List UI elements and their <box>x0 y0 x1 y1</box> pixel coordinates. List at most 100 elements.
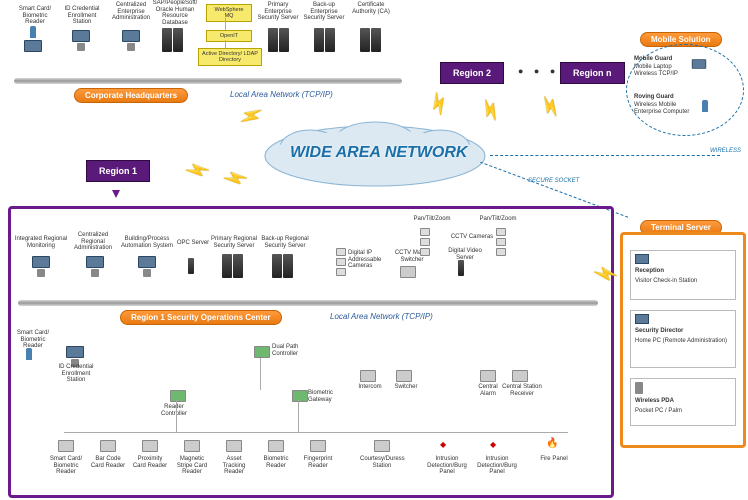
r1-ptz2-cams <box>496 228 506 256</box>
r1-b3-dev <box>142 440 158 452</box>
r1-lan-bus <box>18 300 598 306</box>
r1-lan-text: Local Area Network (TCP/IP) <box>330 312 433 321</box>
r1-bg-lbl: Biometric Gateway <box>308 390 342 403</box>
r1-b4-dev <box>184 440 200 452</box>
terminal-item-1: Reception Visitor Check-in Station <box>630 250 736 300</box>
r1-b1-dev <box>58 440 74 452</box>
r1-rc-lbl: Reader Controller <box>156 404 192 417</box>
r1-t4-lbl: OPC Server <box>176 240 210 247</box>
terminal-i3: Wireless PDA <box>635 398 674 404</box>
r1-b6-dev <box>268 440 284 452</box>
hq-ca-srv <box>360 28 381 52</box>
r1-dvs-lbl: Digital Video Server <box>446 248 484 261</box>
hq-primary-srv <box>268 28 289 52</box>
r1-dual-lbl: Dual Path Controller <box>272 344 306 357</box>
secure-lbl: SECURE SOCKET <box>528 178 579 184</box>
r1-b9-lbl: Intrusion Detection/Burg Panel <box>426 456 468 476</box>
hq-lbl-sap: SAP/PeopleSoft/ Oracle Human Resource Da… <box>150 0 200 26</box>
hq-wsmq: WebSphere MQ <box>206 4 252 22</box>
hq-backup-srv <box>314 28 335 52</box>
r1-csr-dev <box>512 370 528 382</box>
r1-ca-lbl: Central Alarm <box>474 384 502 397</box>
bolt-icon: ⚡ <box>537 92 566 122</box>
r1-b3-lbl: Proximity Card Reader <box>132 456 168 469</box>
mobile-g2s: Wireless Mobile Enterprise Computer <box>634 102 690 115</box>
r1-t6-lbl: Back-up Regional Security Server <box>260 236 310 249</box>
region-dots: ● ● ● <box>518 66 559 76</box>
hq-lbl-n2: ID Credential Enrollment Station <box>58 6 106 26</box>
terminal-i1s: Visitor Check-in Station <box>635 278 697 284</box>
hq-lbl-n3: Centralized Enterprise Administration <box>108 2 154 22</box>
terminal-item-3: Wireless PDA Pocket PC / Palm <box>630 378 736 426</box>
mobile-g2: Roving Guard <box>634 94 674 100</box>
r1-title-pill: Region 1 Security Operations Center <box>120 310 282 325</box>
mobile-laptop-icon <box>692 59 706 69</box>
r1-b5-lbl: Asset Tracking Reader <box>216 456 252 476</box>
r1-t6-srv <box>272 254 293 278</box>
r1-dual-dev <box>254 346 270 358</box>
regionn-box: Region n <box>560 62 625 84</box>
r1-switch-lbl: Switcher <box>392 384 420 391</box>
r1-b11-lbl: Fire Panel <box>536 456 572 463</box>
region1-arrow-icon <box>112 190 120 198</box>
r1-interc-lbl: Intercom <box>356 384 384 391</box>
fire-icon: 🔥 <box>546 438 558 449</box>
r1-dvs-srv <box>458 260 464 276</box>
wireless-line <box>490 155 720 156</box>
r1-switch-dev <box>396 370 412 382</box>
hq-lan-text: Local Area Network (TCP/IP) <box>230 90 333 99</box>
hq-lbl-n7: Certificate Authority (CA) <box>350 2 392 15</box>
r1-l1-lbl: Smart Card/ Biometric Reader <box>14 330 52 350</box>
r1-b2-lbl: Bar Code Card Reader <box>90 456 126 469</box>
r1-b5-dev <box>226 440 242 452</box>
terminal-item-2: Security Director Home PC (Remote Admini… <box>630 310 736 368</box>
terminal-i1: Reception <box>635 268 664 274</box>
hq-lbl-n5: Primary Enterprise Security Server <box>256 2 300 22</box>
r1-b10-lbl: Intrusion Detection/Burg Panel <box>476 456 518 476</box>
r1-rc-dev <box>170 390 186 402</box>
wireless-lbl: WIRELESS <box>710 148 741 154</box>
r1-b2-dev <box>100 440 116 452</box>
hq-node-id <box>72 30 90 51</box>
r1-t2-lbl: Centralized Regional Administration <box>70 232 116 252</box>
r1-t3-lbl: Building/Process Automation System <box>120 236 174 249</box>
hq-sap-servers <box>162 28 183 52</box>
bolt-icon: ⚡ <box>183 156 212 186</box>
mobile-g1s: Mobile Laptop Wireless TCP/IP <box>634 64 682 77</box>
r1-t1-pc <box>32 256 50 277</box>
r1-ptz1-lbl: Pan/Tilt/Zoom <box>412 216 452 223</box>
r1-b4-lbl: Magnetic Stripe Card Reader <box>174 456 210 476</box>
r1-b8-lbl: Courtesy/Duress Station <box>360 456 404 469</box>
r1-t1-lbl: Integrated Regional Monitoring <box>14 236 68 249</box>
r1-b8-dev <box>374 440 390 452</box>
r1-cctvcam-lbl: CCTV Cameras <box>450 234 494 241</box>
hq-lbl-n1: Smart Card/ Biometric Reader <box>14 6 56 26</box>
region1-box: Region 1 <box>86 160 150 182</box>
r1-b9-icon: ◆ <box>440 440 446 449</box>
wan-title: WIDE AREA NETWORK <box>290 144 467 162</box>
hq-openit: OpenIT <box>206 30 252 42</box>
r1-cam1-lbl: Digital IP Addressable Cameras <box>348 250 390 270</box>
bolt-icon: ⚡ <box>221 164 250 194</box>
r1-bg-dev <box>292 390 308 402</box>
hq-lan-bus <box>14 78 402 84</box>
roving-guard-icon <box>702 100 708 112</box>
r1-b7-dev <box>310 440 326 452</box>
hq-node-biometric <box>24 26 42 52</box>
hq-title-pill: Corporate Headquarters <box>74 88 188 103</box>
terminal-i3s: Pocket PC / Palm <box>635 408 682 414</box>
mobile-g1: Mobile Guard <box>634 56 672 62</box>
bolt-icon: ⚡ <box>424 89 455 119</box>
r1-ptz2-lbl: Pan/Tilt/Zoom <box>478 216 518 223</box>
r1-t5-lbl: Primary Regional Security Server <box>210 236 258 249</box>
r1-b1-lbl: Smart Card/ Biometric Reader <box>48 456 84 476</box>
r1-t4-srv <box>188 258 194 274</box>
r1-ca-dev <box>480 370 496 382</box>
r1-cctv-dev <box>400 266 416 278</box>
hq-node-admin <box>122 30 140 51</box>
r1-csr-lbl: Central Station Receiver <box>502 384 542 397</box>
terminal-i2: Security Director <box>635 328 683 334</box>
r1-t3-pc <box>138 256 156 277</box>
r1-l2-lbl: ID Credential Enrollment Station <box>52 364 100 384</box>
region2-box: Region 2 <box>440 62 504 84</box>
